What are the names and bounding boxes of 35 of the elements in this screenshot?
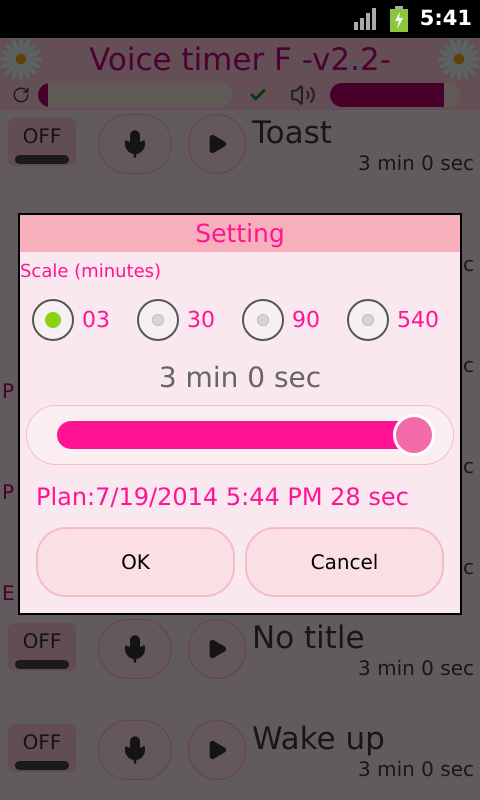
scale-radio[interactable]: 90 xyxy=(242,299,347,341)
dialog-button[interactable]: Cancel xyxy=(245,527,444,597)
timer-duration: c xyxy=(463,352,474,379)
duration-text: 3 min 0 sec xyxy=(158,360,322,396)
dialog-title: Setting xyxy=(195,218,285,250)
dialog-button[interactable]: OK xyxy=(36,527,235,597)
daisy-icon xyxy=(0,38,42,80)
scale-radio[interactable]: 30 xyxy=(137,299,242,341)
timer-title: No title xyxy=(252,619,365,658)
off-toggle[interactable]: OFF xyxy=(8,118,76,166)
off-toggle[interactable]: OFF xyxy=(8,623,76,671)
timer-title: Toast xyxy=(252,114,332,153)
scale-radio[interactable]: 03 xyxy=(32,299,137,341)
slider-thumb[interactable] xyxy=(393,414,435,456)
refresh-icon xyxy=(12,86,30,104)
timer-note: P xyxy=(2,479,14,506)
clock: 5:41 xyxy=(420,5,472,32)
timer-duration: c xyxy=(463,251,474,278)
app-title: Voice timer F -v2.2- xyxy=(89,41,391,80)
timer-note: E xyxy=(2,580,15,607)
timer-duration: 3 min 0 sec xyxy=(358,655,474,682)
scale-radio[interactable]: 540 xyxy=(347,299,452,341)
plan-text: Plan:7/19/2014 5:44 PM 28 sec xyxy=(36,482,410,513)
battery-icon xyxy=(390,6,408,32)
timer-duration: 3 min 0 sec xyxy=(358,150,474,177)
timer-duration: c xyxy=(463,554,474,581)
timer-duration: 3 min 0 sec xyxy=(358,756,474,783)
timer-note: P xyxy=(2,378,14,405)
daisy-icon xyxy=(438,38,480,80)
scale-label: Scale (minutes) xyxy=(20,260,162,284)
timer-title: Wake up xyxy=(252,720,385,759)
timer-duration: c xyxy=(463,453,474,480)
off-toggle[interactable]: OFF xyxy=(8,724,76,772)
speaker-icon xyxy=(288,82,318,108)
signal-icon xyxy=(352,8,378,30)
